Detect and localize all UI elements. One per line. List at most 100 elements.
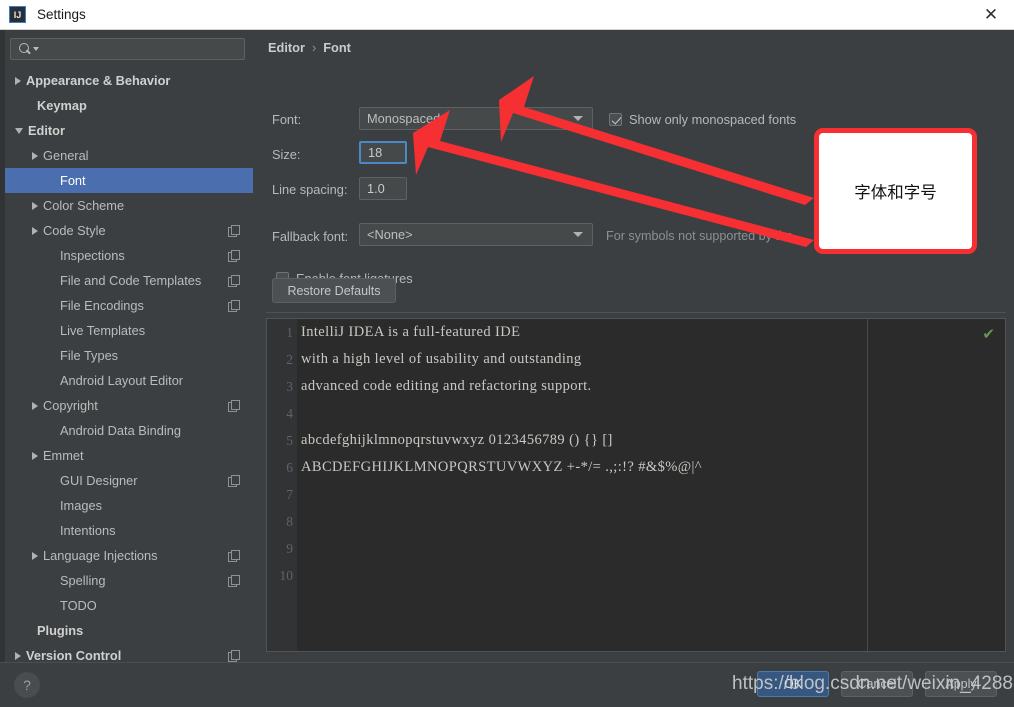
sidebar-item-keymap[interactable]: Keymap bbox=[5, 93, 253, 118]
sidebar-item-label: Live Templates bbox=[60, 323, 146, 338]
inspection-ok-icon: ✔ bbox=[982, 325, 995, 343]
line-spacing-value: 1.0 bbox=[367, 181, 385, 196]
sidebar-item-plugins[interactable]: Plugins bbox=[5, 618, 253, 643]
intellij-idea-icon bbox=[9, 6, 26, 23]
sidebar-item-label: Android Layout Editor bbox=[60, 373, 184, 388]
settings-search-box[interactable] bbox=[10, 38, 245, 60]
sidebar-item-code-style[interactable]: Code Style bbox=[5, 218, 253, 243]
preview-code-line bbox=[297, 400, 1005, 427]
title-bar: Settings ✕ bbox=[0, 0, 1014, 30]
copy-settings-icon bbox=[228, 575, 240, 587]
sidebar-item-label: Plugins bbox=[37, 623, 84, 638]
sidebar-item-emmet[interactable]: Emmet bbox=[5, 443, 253, 468]
sidebar-item-inspections[interactable]: Inspections bbox=[5, 243, 253, 268]
chevron-right-icon[interactable] bbox=[32, 201, 38, 210]
sidebar-item-label: File and Code Templates bbox=[60, 273, 202, 288]
copy-settings-icon bbox=[228, 400, 240, 412]
copy-settings-icon bbox=[228, 300, 240, 312]
sidebar-item-font[interactable]: Font bbox=[5, 168, 253, 193]
breadcrumb: Editor › Font bbox=[268, 40, 351, 55]
preview-code-line bbox=[297, 535, 1005, 562]
panel-divider bbox=[266, 312, 1006, 313]
breadcrumb-separator-icon: › bbox=[311, 40, 317, 55]
line-number-gutter: 1 2 3 4 5 6 7 8 9 10 bbox=[267, 319, 297, 651]
line-number: 3 bbox=[286, 378, 293, 394]
font-family-value: Monospaced bbox=[367, 111, 441, 126]
copy-settings-icon bbox=[228, 550, 240, 562]
chevron-right-icon[interactable] bbox=[32, 151, 38, 160]
chevron-right-icon[interactable] bbox=[32, 551, 38, 560]
sidebar-item-file-encodings[interactable]: File Encodings bbox=[5, 293, 253, 318]
sidebar-item-label: Appearance & Behavior bbox=[26, 73, 171, 88]
chevron-down-icon[interactable] bbox=[15, 127, 23, 134]
restore-defaults-button[interactable]: Restore Defaults bbox=[272, 278, 396, 303]
sidebar-item-general[interactable]: General bbox=[5, 143, 253, 168]
chevron-right-icon[interactable] bbox=[32, 401, 38, 410]
line-number: 7 bbox=[286, 486, 293, 502]
sidebar-item-android-layout-editor[interactable]: Android Layout Editor bbox=[5, 368, 253, 393]
font-size-input[interactable]: 18 bbox=[359, 141, 407, 164]
line-number: 6 bbox=[286, 459, 293, 475]
show-monospaced-checkbox-row[interactable]: Show only monospaced fonts bbox=[609, 112, 796, 127]
sidebar-item-label: Images bbox=[60, 498, 102, 513]
help-icon[interactable]: ? bbox=[14, 672, 40, 698]
sidebar-item-color-scheme[interactable]: Color Scheme bbox=[5, 193, 253, 218]
sidebar-item-editor[interactable]: Editor bbox=[5, 118, 253, 143]
sidebar-item-version-control[interactable]: Version Control bbox=[5, 643, 253, 662]
fallback-font-value: <None> bbox=[367, 227, 413, 242]
sidebar-item-file-and-code-templates[interactable]: File and Code Templates bbox=[5, 268, 253, 293]
sidebar-item-file-types[interactable]: File Types bbox=[5, 343, 253, 368]
copy-settings-icon bbox=[228, 225, 240, 237]
sidebar-item-gui-designer[interactable]: GUI Designer bbox=[5, 468, 253, 493]
copy-settings-icon bbox=[228, 475, 240, 487]
fallback-font-dropdown[interactable]: <None> bbox=[359, 223, 593, 246]
line-number: 1 bbox=[286, 324, 293, 340]
sidebar-item-label: Inspections bbox=[60, 248, 125, 263]
preview-code-line: abcdefghijklmnopqrstuvwxyz 0123456789 ()… bbox=[301, 432, 613, 448]
chevron-right-icon[interactable] bbox=[15, 76, 21, 85]
settings-tree[interactable]: Appearance & Behavior Keymap Editor General… bbox=[5, 68, 253, 662]
font-label: Font: bbox=[272, 112, 302, 127]
line-spacing-input[interactable]: 1.0 bbox=[359, 177, 407, 200]
preview-code-line bbox=[297, 508, 1005, 535]
preview-code-line: ABCDEFGHIJKLMNOPQRSTUVWXYZ +-*/= .,;:!? … bbox=[301, 459, 702, 475]
preview-code-area[interactable]: IntelliJ IDEA is a full-featured IDE with… bbox=[297, 319, 1005, 651]
sidebar-item-label: Emmet bbox=[43, 448, 84, 463]
sidebar-item-appearance-behavior[interactable]: Appearance & Behavior bbox=[5, 68, 253, 93]
sidebar-item-label: TODO bbox=[60, 598, 97, 613]
sidebar-item-language-injections[interactable]: Language Injections bbox=[5, 543, 253, 568]
font-family-dropdown[interactable]: Monospaced bbox=[359, 107, 593, 130]
show-monospaced-checkbox[interactable] bbox=[609, 113, 622, 126]
line-number: 8 bbox=[286, 513, 293, 529]
sidebar-item-copyright[interactable]: Copyright bbox=[5, 393, 253, 418]
font-preview-editor[interactable]: 1 2 3 4 5 6 7 8 9 10 IntelliJ IDEA is a full-feat… bbox=[266, 318, 1006, 652]
chevron-right-icon[interactable] bbox=[32, 226, 38, 235]
chevron-right-icon[interactable] bbox=[15, 651, 21, 660]
preview-code-line: with a high level of usability and outst… bbox=[301, 351, 582, 367]
copy-settings-icon bbox=[228, 275, 240, 287]
sidebar-item-live-templates[interactable]: Live Templates bbox=[5, 318, 253, 343]
line-number: 10 bbox=[279, 567, 294, 583]
cancel-button[interactable]: Cancel bbox=[841, 671, 913, 697]
sidebar-item-android-data-binding[interactable]: Android Data Binding bbox=[5, 418, 253, 443]
apply-button[interactable]: Apply bbox=[925, 671, 997, 697]
window-title: Settings bbox=[37, 7, 86, 22]
close-icon[interactable]: ✕ bbox=[968, 0, 1014, 29]
line-number: 2 bbox=[286, 351, 293, 367]
show-monospaced-label: Show only monospaced fonts bbox=[629, 112, 797, 127]
sidebar-item-label: Spelling bbox=[60, 573, 106, 588]
sidebar-item-intentions[interactable]: Intentions bbox=[5, 518, 253, 543]
sidebar-item-label: Version Control bbox=[26, 648, 122, 662]
chevron-right-icon[interactable] bbox=[32, 451, 38, 460]
font-size-value: 18 bbox=[368, 145, 383, 160]
sidebar-item-images[interactable]: Images bbox=[5, 493, 253, 518]
sidebar-item-todo[interactable]: TODO bbox=[5, 593, 253, 618]
line-spacing-label: Line spacing: bbox=[272, 182, 348, 197]
search-input[interactable] bbox=[39, 42, 244, 56]
breadcrumb-root[interactable]: Editor bbox=[268, 40, 305, 55]
line-number: 9 bbox=[286, 540, 293, 556]
sidebar-item-label: Code Style bbox=[43, 223, 106, 238]
ok-button[interactable]: OK bbox=[757, 671, 829, 697]
sidebar-item-spelling[interactable]: Spelling bbox=[5, 568, 253, 593]
sidebar-item-label: GUI Designer bbox=[60, 473, 138, 488]
